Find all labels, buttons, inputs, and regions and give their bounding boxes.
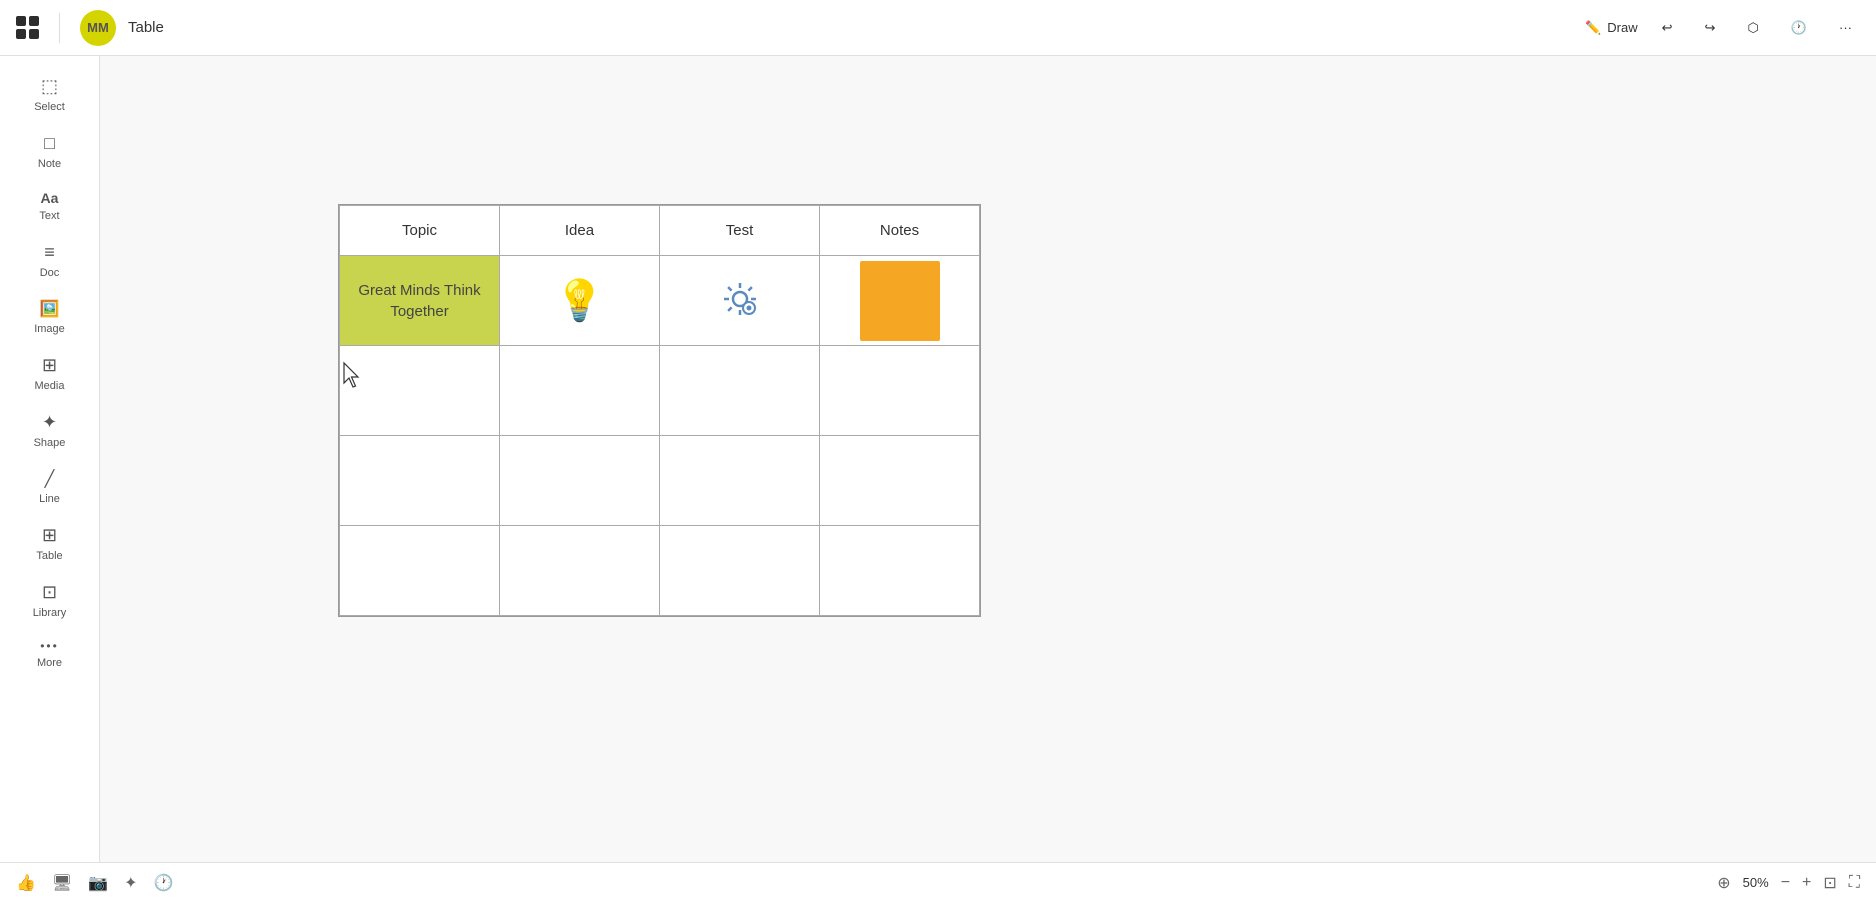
bottom-bar: 👍 🖥 📷 ✦ 🕐 ⊕ 50% − + ⊡ ⛶ (0, 862, 1876, 902)
sidebar-item-note[interactable]: □ Note (10, 125, 90, 178)
draw-button[interactable]: ✏️ Draw (1585, 20, 1638, 36)
avatar[interactable]: MM (80, 10, 116, 46)
zoom-out-button[interactable]: − (1781, 874, 1790, 892)
sidebar-item-more[interactable]: ••• More (10, 631, 90, 677)
present-icon[interactable]: 🖥 (52, 873, 72, 893)
fit-view-button[interactable]: ⊡ (1823, 873, 1836, 893)
media-icon: ⊞ (42, 355, 57, 376)
bottom-right: ⊕ 50% − + ⊡ ⛶ (1717, 873, 1860, 893)
text-icon: Aa (41, 190, 59, 206)
table-row: Great Minds Think Together 💡 (340, 256, 980, 346)
cell-empty-2-1[interactable] (340, 436, 500, 526)
sidebar-item-line-label: Line (39, 493, 60, 505)
col-header-test: Test (660, 206, 820, 256)
undo-icon: ↩ (1662, 20, 1673, 36)
sidebar-item-select[interactable]: ⬚ Select (10, 68, 90, 121)
undo-button[interactable]: ↩ (1654, 16, 1681, 40)
sidebar-item-media[interactable]: ⊞ Media (10, 347, 90, 400)
table-row (340, 526, 980, 616)
timer-icon[interactable]: 🕐 (154, 873, 174, 893)
more-icon: ··· (1839, 20, 1852, 35)
header-divider (59, 13, 60, 43)
sidebar-item-shape[interactable]: ✦ Shape (10, 404, 90, 457)
shape-icon: ✦ (42, 412, 57, 433)
data-table: Topic Idea Test Notes Great Minds Think … (339, 205, 980, 616)
cell-empty-2-4[interactable] (820, 436, 980, 526)
cell-empty-1-1[interactable] (340, 346, 500, 436)
history-icon: 🕐 (1791, 20, 1807, 36)
sidebar-item-library-label: Library (33, 607, 67, 619)
sidebar-item-table[interactable]: ⊞ Table (10, 517, 90, 570)
library-icon: ⊡ (42, 582, 57, 603)
cell-empty-3-3[interactable] (660, 526, 820, 616)
app-logo[interactable] (16, 16, 39, 39)
lightbulb-icon: 💡 (555, 279, 605, 323)
cell-empty-3-1[interactable] (340, 526, 500, 616)
cell-empty-3-4[interactable] (820, 526, 980, 616)
pen-icon: ✏️ (1585, 20, 1601, 36)
sidebar-item-library[interactable]: ⊡ Library (10, 574, 90, 627)
sidebar-item-note-label: Note (38, 158, 61, 170)
bottom-left: 👍 🖥 📷 ✦ 🕐 (16, 873, 173, 893)
col-header-notes: Notes (820, 206, 980, 256)
sidebar-item-line[interactable]: ╱ Line (10, 461, 90, 513)
sidebar-item-text[interactable]: Aa Text (10, 182, 90, 230)
col-header-idea: Idea (500, 206, 660, 256)
cell-empty-2-3[interactable] (660, 436, 820, 526)
sidebar-item-select-label: Select (34, 101, 65, 113)
image-icon: 🖼️ (40, 299, 60, 319)
sidebar-item-image[interactable]: 🖼️ Image (10, 291, 90, 343)
doc-title: Table (128, 19, 164, 36)
sidebar-item-doc[interactable]: ≡ Doc (10, 234, 90, 287)
zoom-fit-icon[interactable]: ⊕ (1717, 873, 1730, 893)
camera-icon[interactable]: 📷 (88, 873, 108, 893)
share-icon: ⬡ (1747, 20, 1758, 36)
doc-icon: ≡ (44, 242, 55, 263)
sidebar-item-more-label: More (37, 657, 62, 669)
header-right: ✏️ Draw ↩ ↪ ⬡ 🕐 ··· (1585, 16, 1860, 40)
sidebar-item-text-label: Text (39, 210, 59, 222)
cell-notes-sticky[interactable] (820, 256, 980, 346)
table-row (340, 436, 980, 526)
cell-empty-2-2[interactable] (500, 436, 660, 526)
cell-topic-text[interactable]: Great Minds Think Together (340, 256, 500, 346)
cell-empty-1-4[interactable] (820, 346, 980, 436)
zoom-in-button[interactable]: + (1802, 874, 1811, 892)
share-button[interactable]: ⬡ (1739, 16, 1766, 40)
canvas: Topic Idea Test Notes Great Minds Think … (100, 56, 1876, 862)
note-icon: □ (44, 133, 55, 154)
sidebar-item-doc-label: Doc (40, 267, 60, 279)
cell-empty-3-2[interactable] (500, 526, 660, 616)
sidebar: ⬚ Select □ Note Aa Text ≡ Doc 🖼️ Image ⊞… (0, 56, 100, 862)
sticky-note-orange (860, 261, 940, 341)
grid-icon[interactable]: ✦ (124, 873, 137, 893)
cell-empty-1-3[interactable] (660, 346, 820, 436)
thumbs-up-icon[interactable]: 👍 (16, 873, 36, 893)
more-sidebar-icon: ••• (40, 639, 59, 653)
sidebar-item-shape-label: Shape (34, 437, 66, 449)
fullscreen-button[interactable]: ⛶ (1849, 874, 1860, 892)
redo-button[interactable]: ↪ (1697, 16, 1724, 40)
table-icon: ⊞ (42, 525, 57, 546)
sidebar-item-image-label: Image (34, 323, 65, 335)
redo-icon: ↪ (1705, 20, 1716, 36)
cell-idea-lightbulb[interactable]: 💡 (500, 256, 660, 346)
line-icon: ╱ (45, 469, 55, 489)
cell-empty-1-2[interactable] (500, 346, 660, 436)
gear-settings-icon (718, 277, 762, 321)
draw-label: Draw (1607, 20, 1637, 35)
header-left: MM Table (16, 10, 164, 46)
cell-test-gear[interactable] (660, 256, 820, 346)
table-row (340, 346, 980, 436)
sidebar-item-table-label: Table (36, 550, 62, 562)
select-icon: ⬚ (41, 76, 58, 97)
zoom-level: 50% (1743, 875, 1769, 890)
table-container: Topic Idea Test Notes Great Minds Think … (338, 204, 981, 617)
col-header-topic: Topic (340, 206, 500, 256)
more-options-button[interactable]: ··· (1831, 16, 1860, 39)
history-button[interactable]: 🕐 (1783, 16, 1815, 40)
header: MM Table ✏️ Draw ↩ ↪ ⬡ 🕐 ··· (0, 0, 1876, 56)
sidebar-item-media-label: Media (35, 380, 65, 392)
